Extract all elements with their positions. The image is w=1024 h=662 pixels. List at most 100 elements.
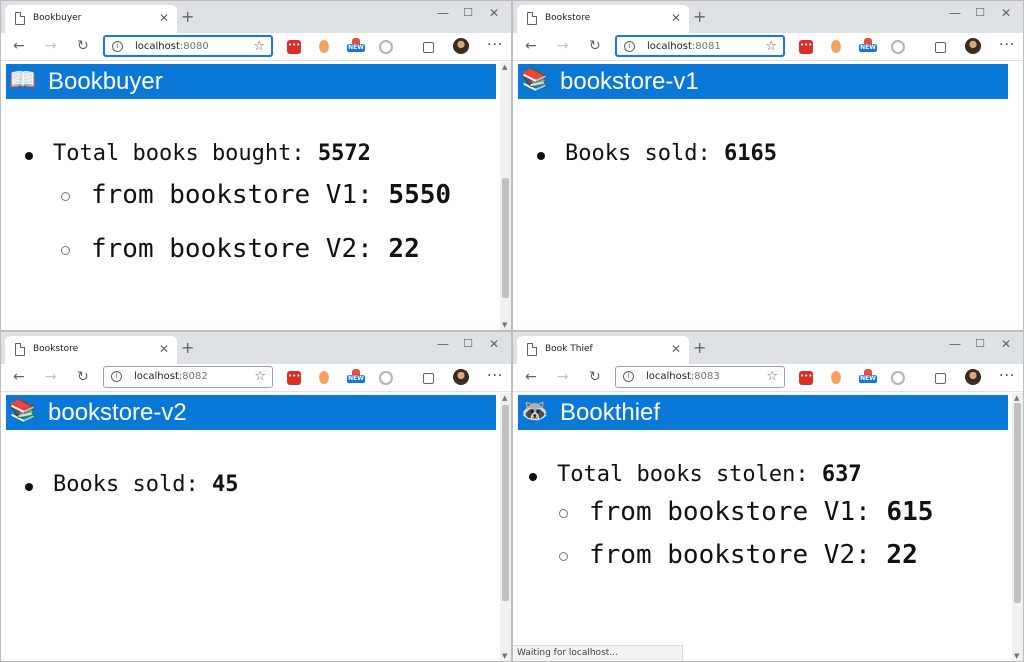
close-window-button[interactable]: ✕ — [489, 337, 499, 351]
tab-bookstore[interactable]: Bookstore ✕ — [5, 336, 177, 364]
extension-red-icon[interactable] — [799, 371, 813, 385]
address-bar[interactable]: i localhost:8081 ☆ — [615, 35, 785, 57]
reload-button[interactable]: ↻ — [77, 369, 89, 385]
menu-icon[interactable]: ··· — [999, 37, 1015, 53]
maximize-button[interactable]: ☐ — [463, 337, 473, 351]
scroll-down-icon[interactable]: ▼ — [502, 652, 507, 660]
info-icon[interactable]: i — [111, 371, 122, 382]
maximize-button[interactable]: ☐ — [975, 337, 985, 351]
close-window-button[interactable]: ✕ — [489, 6, 499, 20]
extension-new-icon[interactable]: NEW — [859, 38, 877, 54]
star-icon[interactable]: ☆ — [766, 369, 778, 384]
menu-icon[interactable]: ··· — [487, 368, 503, 384]
tab-bookbuyer[interactable]: Bookbuyer ✕ — [5, 5, 177, 33]
reload-button[interactable]: ↻ — [589, 38, 601, 54]
back-button[interactable]: ← — [13, 38, 25, 54]
extension-new-icon[interactable]: NEW — [859, 369, 877, 385]
extension-red-icon[interactable] — [287, 40, 301, 54]
menu-icon[interactable]: ··· — [999, 368, 1015, 384]
page-icon — [15, 12, 25, 25]
extension-circle-icon[interactable] — [891, 40, 905, 54]
address-bar[interactable]: i localhost:8083 ☆ — [615, 366, 785, 388]
page-content: 📚 bookstore-v1 Books sold: 6165 — [513, 62, 1023, 330]
tab-title: Bookstore — [33, 344, 79, 354]
forward-button[interactable]: → — [557, 38, 569, 54]
star-icon[interactable]: ☆ — [765, 39, 777, 54]
scrollbar-thumb[interactable] — [502, 405, 509, 601]
star-icon[interactable]: ☆ — [254, 369, 266, 384]
scrollbar[interactable]: ▲ ▼ — [1012, 393, 1023, 661]
tab-bookstore[interactable]: Bookstore ✕ — [517, 5, 689, 33]
new-tab-button[interactable]: + — [693, 339, 706, 357]
extension-red-icon[interactable] — [287, 371, 301, 385]
extension-new-icon[interactable]: NEW — [347, 369, 365, 385]
extension-circle-icon[interactable] — [891, 371, 905, 385]
collections-icon[interactable] — [935, 373, 946, 384]
browser-toolbar: ← → ↻ i localhost:8083 ☆ NEW ··· — [513, 364, 1023, 392]
scroll-up-icon[interactable]: ▲ — [1014, 394, 1019, 402]
info-icon[interactable]: i — [112, 41, 123, 52]
avatar[interactable] — [453, 38, 469, 54]
collections-icon[interactable] — [423, 373, 434, 384]
page-content: 📖 Bookbuyer Total books bought: 5572 fro… — [1, 62, 511, 330]
close-window-button[interactable]: ✕ — [1001, 6, 1011, 20]
tab-close-icon[interactable]: ✕ — [159, 342, 169, 356]
forward-button[interactable]: → — [45, 369, 57, 385]
page-header: 📚 bookstore-v1 — [518, 64, 1008, 99]
scroll-down-icon[interactable]: ▼ — [1014, 652, 1019, 660]
page-header: 📚 bookstore-v2 — [6, 395, 496, 430]
scrollbar-thumb[interactable] — [502, 178, 509, 298]
page-title: bookstore-v1 — [560, 68, 699, 95]
minimize-button[interactable]: — — [437, 337, 449, 351]
avatar[interactable] — [965, 369, 981, 385]
extension-hand-icon[interactable] — [319, 371, 329, 384]
new-tab-button[interactable]: + — [181, 339, 194, 357]
extension-circle-icon[interactable] — [379, 40, 393, 54]
minimize-button[interactable]: — — [437, 6, 449, 20]
tab-close-icon[interactable]: ✕ — [671, 11, 681, 25]
tab-close-icon[interactable]: ✕ — [671, 342, 681, 356]
collections-icon[interactable] — [935, 42, 946, 53]
back-button[interactable]: ← — [525, 369, 537, 385]
forward-button[interactable]: → — [45, 38, 57, 54]
maximize-button[interactable]: ☐ — [975, 6, 985, 20]
extension-new-icon[interactable]: NEW — [347, 38, 365, 54]
minimize-button[interactable]: — — [949, 6, 961, 20]
forward-button[interactable]: → — [557, 369, 569, 385]
extension-circle-icon[interactable] — [379, 371, 393, 385]
scroll-up-icon[interactable]: ▲ — [502, 394, 507, 402]
scrollbar[interactable]: ▲ ▼ — [500, 393, 511, 661]
tab-close-icon[interactable]: ✕ — [159, 11, 169, 25]
menu-icon[interactable]: ··· — [487, 37, 503, 53]
star-icon[interactable]: ☆ — [253, 39, 265, 54]
back-button[interactable]: ← — [13, 369, 25, 385]
avatar[interactable] — [453, 369, 469, 385]
tab-book-thief[interactable]: Book Thief ✕ — [517, 336, 689, 364]
extension-hand-icon[interactable] — [831, 40, 841, 53]
address-bar[interactable]: i localhost:8082 ☆ — [103, 366, 273, 388]
scrollbar[interactable]: ▲ ▼ — [500, 62, 511, 330]
collections-icon[interactable] — [423, 42, 434, 53]
scroll-down-icon[interactable]: ▼ — [502, 321, 507, 329]
extension-hand-icon[interactable] — [319, 40, 329, 53]
reload-button[interactable]: ↻ — [77, 38, 89, 54]
address-bar[interactable]: i localhost:8080 ☆ — [103, 35, 273, 57]
maximize-button[interactable]: ☐ — [463, 6, 473, 20]
info-icon[interactable]: i — [623, 371, 634, 382]
close-window-button[interactable]: ✕ — [1001, 337, 1011, 351]
extension-red-icon[interactable] — [799, 40, 813, 54]
scroll-up-icon[interactable]: ▲ — [502, 63, 507, 71]
new-tab-button[interactable]: + — [181, 8, 194, 26]
extension-hand-icon[interactable] — [831, 371, 841, 384]
reload-button[interactable]: ↻ — [589, 369, 601, 385]
new-tab-button[interactable]: + — [693, 8, 706, 26]
avatar[interactable] — [965, 38, 981, 54]
info-icon[interactable]: i — [624, 41, 635, 52]
url-port: :8081 — [691, 41, 721, 52]
sold-label: Books sold: — [565, 141, 724, 166]
minimize-button[interactable]: — — [949, 337, 961, 351]
scrollbar-thumb[interactable] — [1014, 403, 1021, 603]
back-button[interactable]: ← — [525, 38, 537, 54]
url-port: :8083 — [690, 371, 720, 382]
url-host: localhost — [647, 41, 692, 52]
